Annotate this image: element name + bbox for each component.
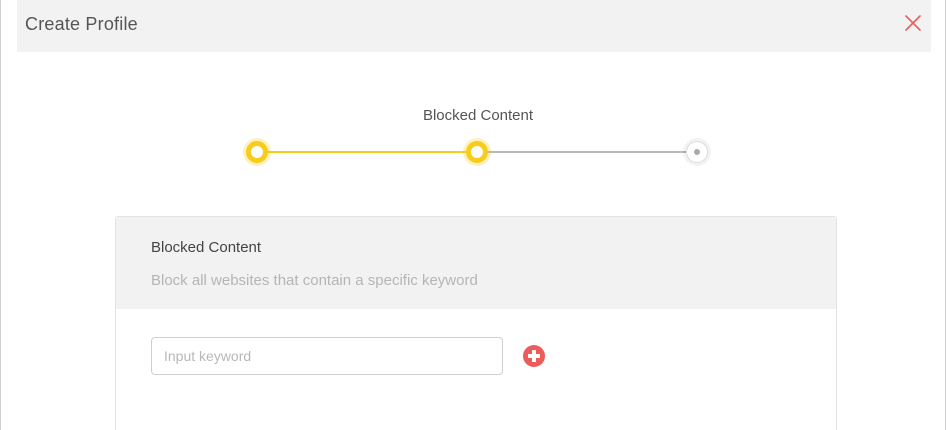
step-3-dot: [686, 141, 708, 163]
stepper-line-pending: [477, 151, 697, 153]
section-description: Block all websites that contain a specif…: [151, 272, 478, 289]
keyword-input[interactable]: [151, 337, 503, 375]
step-2-dot: [466, 141, 488, 163]
card-header: Blocked Content Block all websites that …: [116, 217, 836, 309]
section-title: Blocked Content: [151, 239, 262, 256]
dialog-header: Create Profile: [17, 0, 931, 52]
step-1-dot: [246, 141, 268, 163]
stepper-line-completed: [257, 151, 477, 153]
current-step-label: Blocked Content: [422, 107, 534, 124]
add-keyword-button[interactable]: [523, 345, 545, 367]
create-profile-dialog: Create Profile Blocked Content Blocked C…: [0, 0, 946, 430]
dialog-title: Create Profile: [25, 14, 138, 34]
close-icon: [905, 15, 921, 31]
blocked-content-card: Blocked Content Block all websites that …: [115, 216, 837, 430]
progress-stepper: [237, 138, 717, 166]
close-button[interactable]: [901, 11, 925, 35]
